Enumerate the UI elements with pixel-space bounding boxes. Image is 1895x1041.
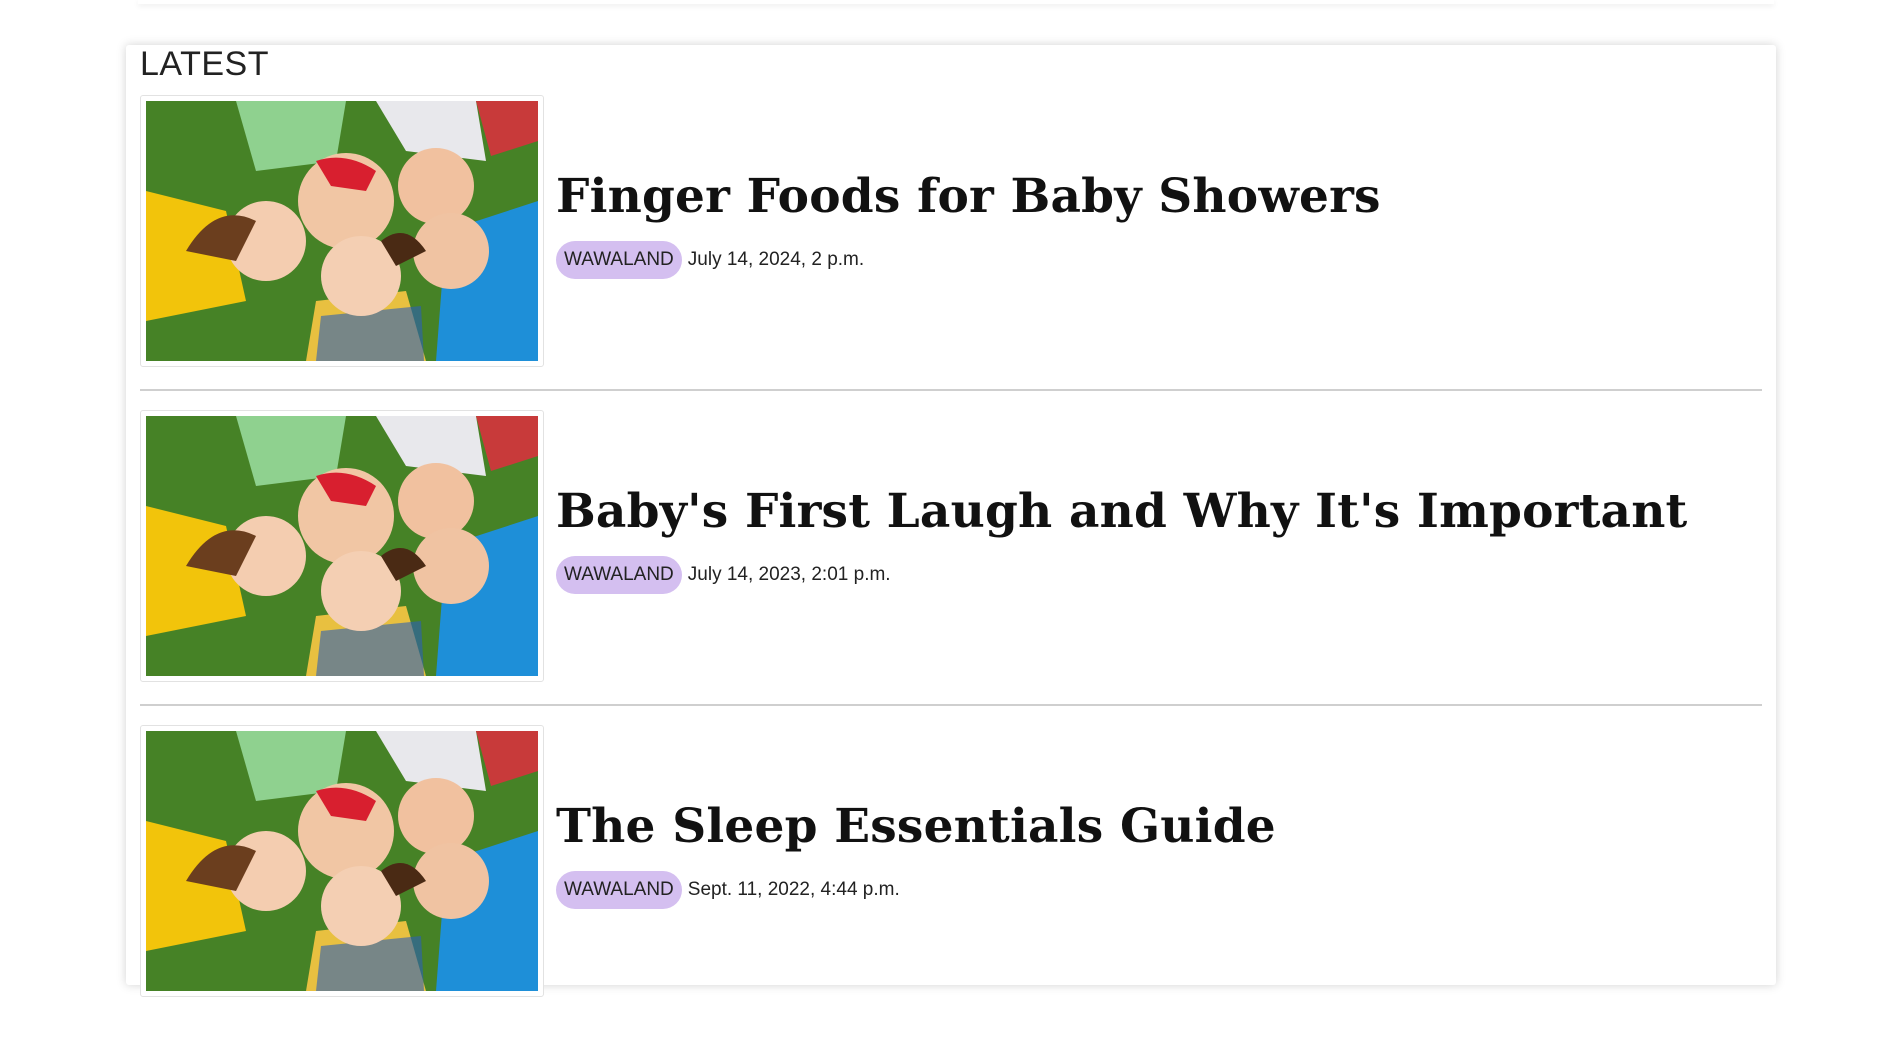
latest-card: LATEST Finger Foods for Baby Showers WAW…: [126, 45, 1776, 997]
post-item[interactable]: Finger Foods for Baby Showers WAWALAND J…: [140, 95, 1762, 411]
post-item[interactable]: Baby's First Laugh and Why It's Importan…: [140, 410, 1762, 726]
post-meta: WAWALAND Sept. 11, 2022, 4:44 p.m.: [556, 871, 900, 909]
kids-photo-image: [146, 731, 538, 991]
section-title: LATEST: [140, 45, 269, 83]
post-date: July 14, 2024, 2 p.m.: [687, 249, 865, 270]
post-thumbnail[interactable]: [140, 410, 544, 682]
top-strip: [138, 0, 1774, 4]
kids-photo-image: [146, 101, 538, 361]
category-badge[interactable]: WAWALAND: [556, 241, 682, 279]
post-date: July 14, 2023, 2:01 p.m.: [687, 564, 891, 585]
divider: [140, 389, 1762, 391]
kids-photo-image: [146, 416, 538, 676]
post-date: Sept. 11, 2022, 4:44 p.m.: [687, 879, 900, 900]
divider: [140, 704, 1762, 706]
post-thumbnail[interactable]: [140, 95, 544, 367]
post-title[interactable]: Finger Foods for Baby Showers: [556, 169, 1381, 224]
category-badge[interactable]: WAWALAND: [556, 871, 682, 909]
post-item[interactable]: The Sleep Essentials Guide WAWALAND Sept…: [140, 725, 1762, 1041]
post-meta: WAWALAND July 14, 2023, 2:01 p.m.: [556, 556, 891, 594]
post-meta: WAWALAND July 14, 2024, 2 p.m.: [556, 241, 864, 279]
post-thumbnail[interactable]: [140, 725, 544, 997]
category-badge[interactable]: WAWALAND: [556, 556, 682, 594]
post-title[interactable]: Baby's First Laugh and Why It's Importan…: [556, 484, 1687, 539]
post-title[interactable]: The Sleep Essentials Guide: [556, 799, 1276, 854]
